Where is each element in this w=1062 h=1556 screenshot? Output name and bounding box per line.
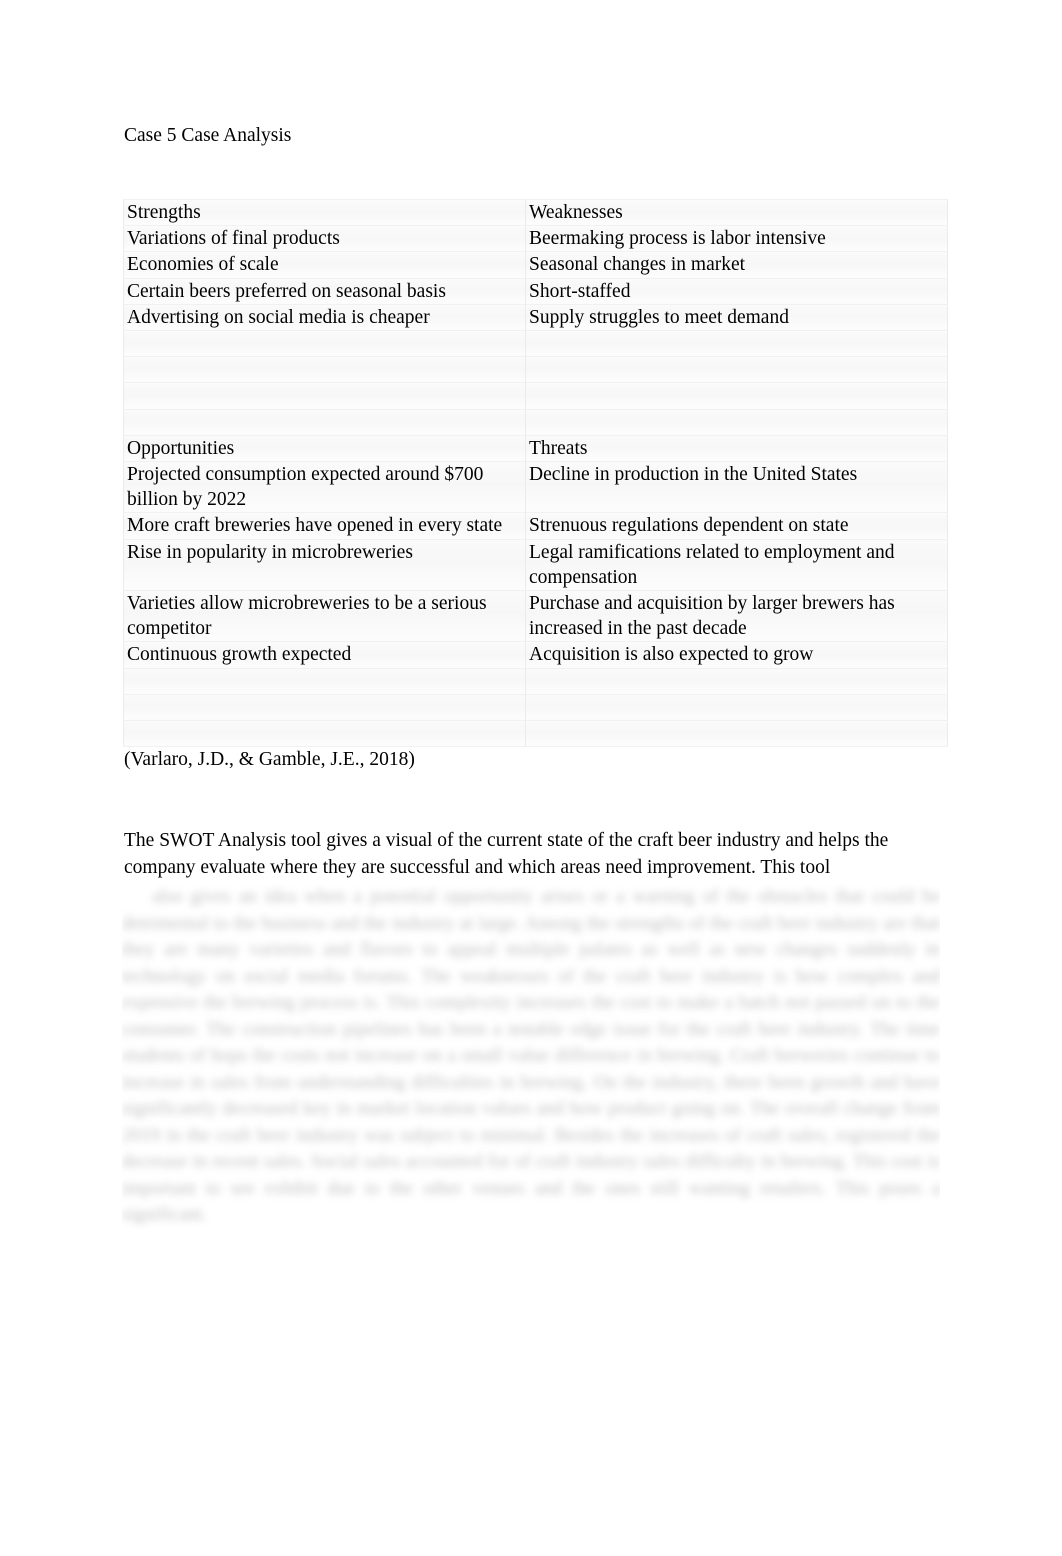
cell-empty — [525, 693, 948, 721]
table-row: More craft breweries have opened in ever… — [123, 512, 948, 540]
empty-cell-text — [127, 721, 519, 746]
page-title: Case 5 Case Analysis — [124, 125, 292, 146]
strength-item-text: Certain beers preferred on seasonal basi… — [127, 280, 446, 302]
opportunity-item-text: Projected consumption expected around $7… — [127, 463, 484, 511]
cell-threat-item: Decline in production in the United Stat… — [525, 460, 948, 514]
cell-weakness-item: Beermaking process is labor intensive — [525, 225, 948, 253]
threat-item-text: Acquisition is also expected to grow — [529, 644, 814, 666]
cell-weakness-item: Supply struggles to meet demand — [525, 303, 948, 332]
cell-empty — [525, 667, 948, 695]
cell-empty — [525, 356, 948, 384]
empty-cell-text — [127, 669, 519, 694]
cell-empty — [123, 382, 526, 410]
cell-threats-heading: Threats — [525, 434, 948, 462]
source-citation: (Varlaro, J.D., & Gamble, J.E., 2018) — [124, 749, 415, 770]
cell-opportunity-item: More craft breweries have opened in ever… — [123, 512, 526, 540]
table-row-empty — [123, 408, 948, 436]
cell-strength-item: Advertising on social media is cheaper — [123, 303, 526, 332]
cell-empty — [525, 382, 948, 410]
swot-analysis-table: Strengths Weaknesses Variations of final… — [123, 198, 948, 748]
cell-empty — [123, 408, 526, 436]
empty-cell-text — [127, 410, 519, 435]
empty-cell-text — [127, 357, 519, 382]
table-row: Strengths Weaknesses — [123, 198, 948, 227]
empty-cell-text — [127, 695, 519, 720]
cell-opportunity-item: Varieties allow microbreweries to be a s… — [123, 589, 526, 643]
table-row-empty — [123, 330, 948, 358]
table-row: Opportunities Threats — [123, 434, 948, 462]
strengths-heading: Strengths — [127, 202, 201, 223]
cell-opportunities-heading: Opportunities — [123, 434, 526, 462]
table-row-empty — [123, 719, 948, 748]
threat-item-text: Purchase and acquisition by larger brewe… — [529, 592, 895, 640]
cell-empty — [525, 408, 948, 436]
cell-empty — [123, 667, 526, 695]
document-page: Case 5 Case Analysis Strengths Weaknesse… — [0, 0, 1062, 1556]
table-row: Economies of scale Seasonal changes in m… — [123, 251, 948, 279]
table-row-empty — [123, 356, 948, 384]
body-paragraph: The SWOT Analysis tool gives a visual of… — [124, 830, 889, 878]
threat-item-text: Legal ramifications related to employmen… — [529, 541, 895, 588]
table-row: Rise in popularity in microbreweries Leg… — [123, 538, 948, 591]
cell-threat-item: Purchase and acquisition by larger brewe… — [525, 589, 948, 643]
cell-opportunity-item: Continuous growth expected — [123, 641, 526, 669]
opportunity-item-text: Varieties allow microbreweries to be a s… — [127, 592, 487, 640]
table-row-empty — [123, 693, 948, 721]
empty-cell-text — [529, 669, 941, 694]
empty-cell-text — [529, 721, 941, 746]
table-row: Continuous growth expected Acquisition i… — [123, 641, 948, 669]
threat-item-text: Strenuous regulations dependent on state — [529, 515, 849, 537]
weakness-item-text: Supply struggles to meet demand — [529, 306, 789, 328]
cell-opportunity-item: Projected consumption expected around $7… — [123, 460, 526, 514]
weakness-item-text: Short-staffed — [529, 280, 631, 302]
strength-item-text: Economies of scale — [127, 254, 279, 276]
table-row: Variations of final products Beermaking … — [123, 225, 948, 253]
opportunity-item-text: Rise in popularity in microbreweries — [127, 541, 413, 563]
obscured-text-inner: also gives an idea when a potential oppo… — [122, 884, 940, 1229]
cell-strength-item: Economies of scale — [123, 251, 526, 279]
cell-weakness-item: Short-staffed — [525, 277, 948, 305]
weakness-item-text: Seasonal changes in market — [529, 254, 746, 276]
weaknesses-heading: Weaknesses — [529, 202, 623, 223]
threats-heading: Threats — [529, 437, 588, 459]
cell-weaknesses-heading: Weaknesses — [525, 198, 948, 227]
cell-empty — [525, 719, 948, 748]
opportunity-item-text: More craft breweries have opened in ever… — [127, 515, 503, 537]
cell-empty — [123, 693, 526, 721]
empty-cell-text — [529, 410, 941, 435]
cell-threat-item: Legal ramifications related to employmen… — [525, 538, 948, 591]
cell-empty — [525, 330, 948, 358]
strength-item-text: Variations of final products — [127, 228, 340, 250]
opportunities-heading: Opportunities — [127, 437, 235, 459]
table-row-empty — [123, 382, 948, 410]
cell-weakness-item: Seasonal changes in market — [525, 251, 948, 279]
table-row-empty — [123, 667, 948, 695]
cell-threat-item: Strenuous regulations dependent on state — [525, 512, 948, 540]
empty-cell-text — [529, 383, 941, 408]
cell-threat-item: Acquisition is also expected to grow — [525, 641, 948, 669]
threat-item-text: Decline in production in the United Stat… — [529, 463, 858, 485]
empty-cell-text — [127, 383, 519, 408]
cell-empty — [123, 356, 526, 384]
empty-cell-text — [529, 357, 941, 382]
empty-cell-text — [127, 331, 519, 356]
obscured-paragraph: also gives an idea when a potential oppo… — [122, 886, 940, 1225]
empty-cell-text — [529, 331, 941, 356]
empty-cell-text — [529, 695, 941, 720]
strength-item-text: Advertising on social media is cheaper — [127, 306, 430, 328]
cell-empty — [123, 330, 526, 358]
cell-strength-item: Variations of final products — [123, 225, 526, 253]
weakness-item-text: Beermaking process is labor intensive — [529, 228, 826, 250]
opportunity-item-text: Continuous growth expected — [127, 644, 352, 666]
obscured-text-block: also gives an idea when a potential oppo… — [122, 884, 940, 1246]
table-row: Projected consumption expected around $7… — [123, 460, 948, 514]
table-row: Advertising on social media is cheaper S… — [123, 303, 948, 332]
cell-empty — [123, 719, 526, 748]
cell-opportunity-item: Rise in popularity in microbreweries — [123, 538, 526, 591]
table-row: Varieties allow microbreweries to be a s… — [123, 589, 948, 643]
cell-strengths-heading: Strengths — [123, 198, 526, 227]
cell-strength-item: Certain beers preferred on seasonal basi… — [123, 277, 526, 305]
table-row: Certain beers preferred on seasonal basi… — [123, 277, 948, 305]
